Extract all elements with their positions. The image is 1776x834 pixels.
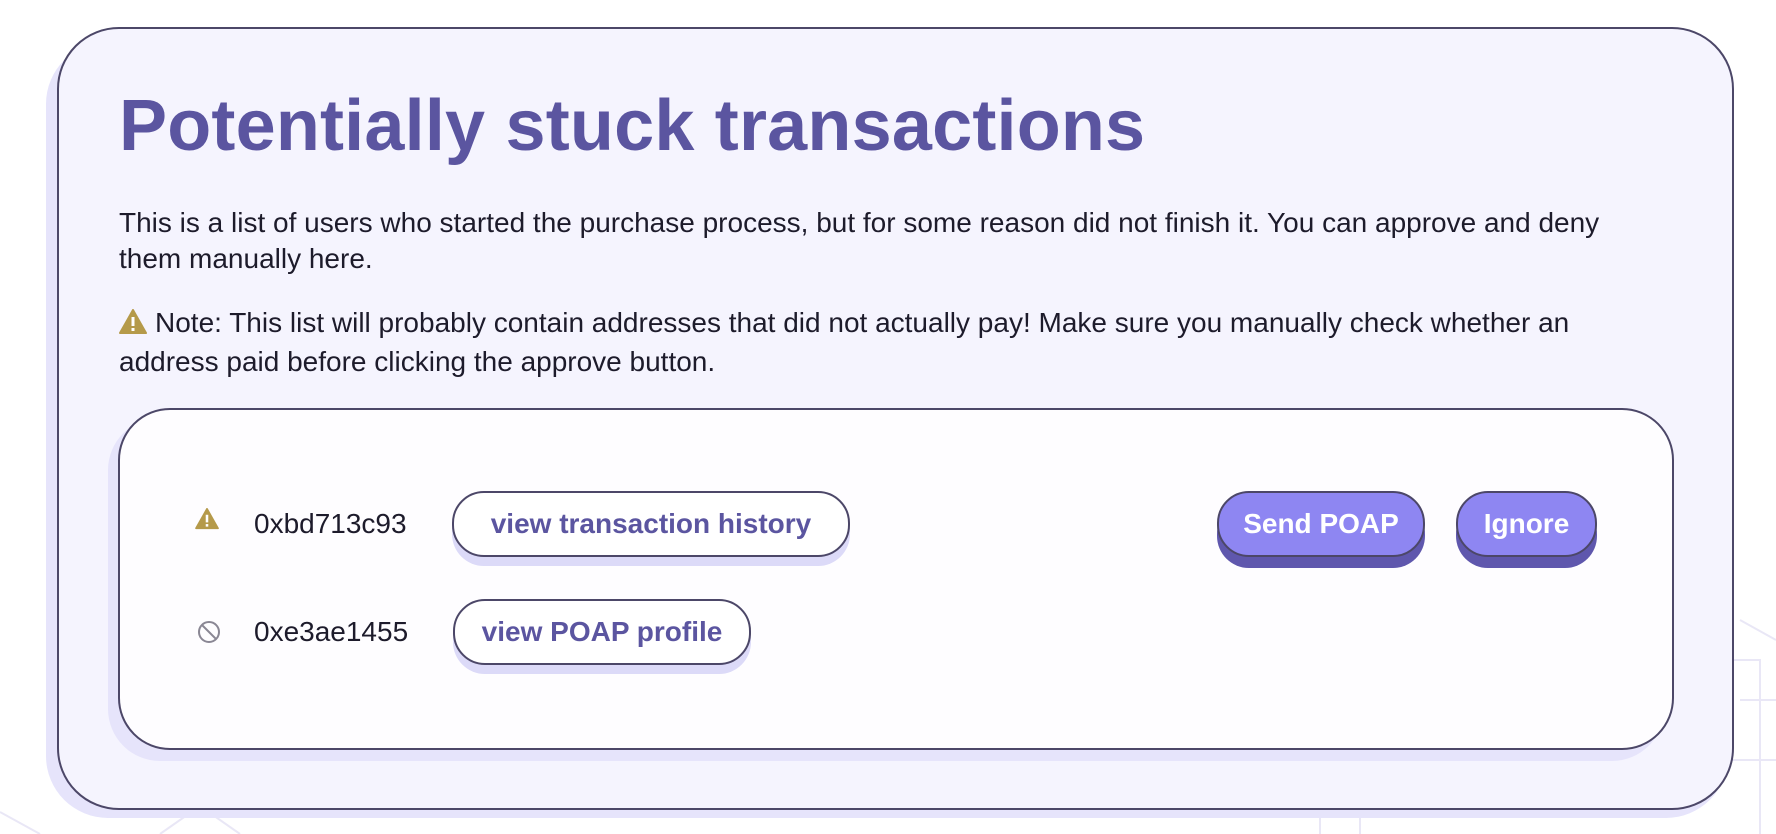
transactions-panel	[118, 408, 1674, 750]
send-poap-button[interactable]: Send POAP	[1217, 491, 1425, 557]
blocked-icon	[197, 620, 221, 644]
warning-icon	[119, 308, 147, 344]
view-transaction-history-button[interactable]: view transaction history	[452, 491, 850, 557]
wallet-address: 0xbd713c93	[254, 508, 407, 539]
warning-note-text: Note: This list will probably contain ad…	[119, 307, 1570, 377]
page-title: Potentially stuck transactions	[119, 86, 1146, 166]
description-text: This is a list of users who started the …	[119, 207, 1600, 274]
warning-icon	[195, 508, 219, 532]
wallet-address: 0xe3ae1455	[254, 616, 409, 647]
view-poap-profile-button[interactable]: view POAP profile	[453, 599, 751, 665]
warning-note: Note: This list will probably contain ad…	[119, 305, 1619, 380]
ignore-button[interactable]: Ignore	[1456, 491, 1597, 557]
